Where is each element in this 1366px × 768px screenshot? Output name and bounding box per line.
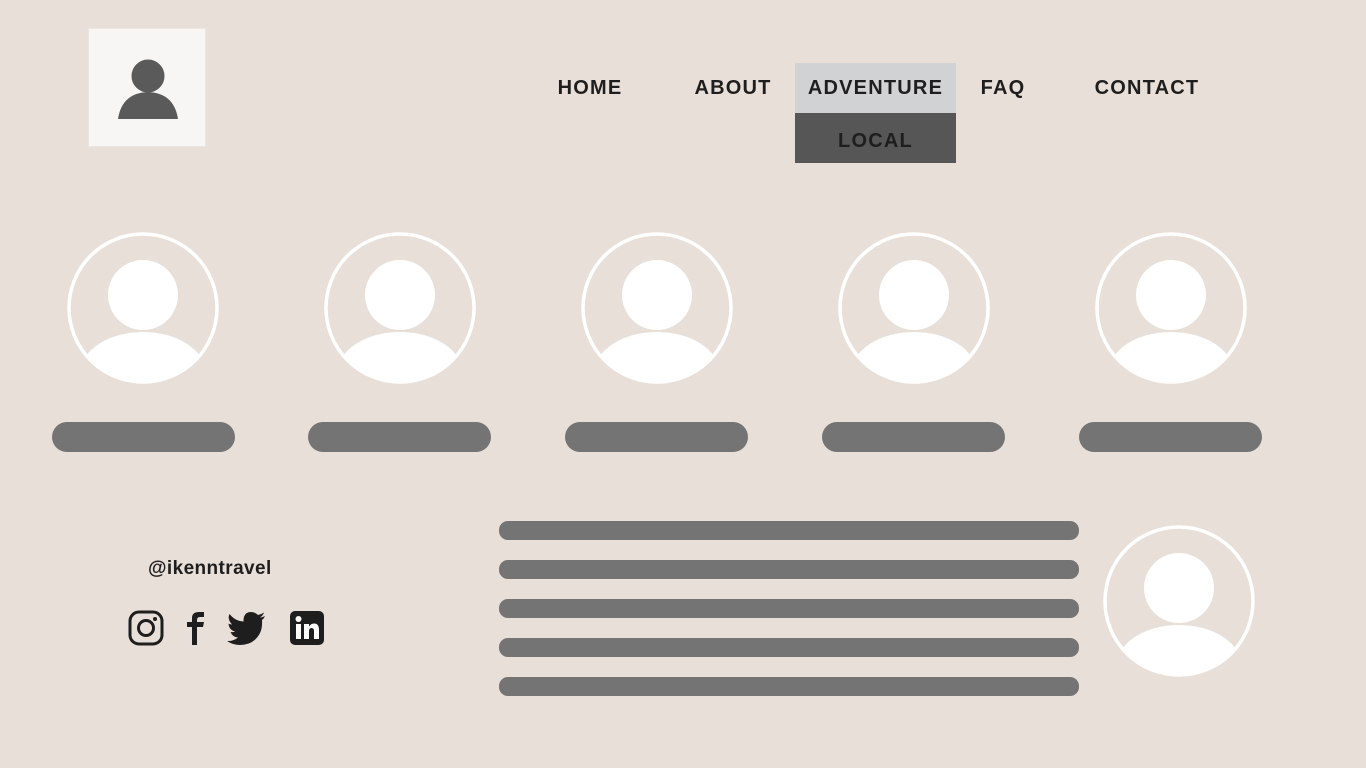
- team-member-avatar[interactable]: [581, 232, 733, 384]
- text-line-placeholder: [499, 521, 1079, 540]
- text-line-placeholder: [499, 677, 1079, 696]
- twitter-icon[interactable]: [227, 610, 267, 646]
- social-handle[interactable]: @ikenntravel: [148, 558, 272, 580]
- facebook-icon[interactable]: [185, 610, 207, 646]
- user-avatar-icon: [1095, 232, 1247, 384]
- team-member-avatar[interactable]: [1095, 232, 1247, 384]
- team-member-name-placeholder: [822, 422, 1005, 452]
- text-line-placeholder: [499, 638, 1079, 657]
- logo[interactable]: [88, 28, 206, 147]
- nav-home[interactable]: HOME: [548, 63, 632, 113]
- team-member-avatar[interactable]: [67, 232, 219, 384]
- user-avatar-icon: [67, 232, 219, 384]
- team-member-name-placeholder: [52, 422, 235, 452]
- user-icon: [118, 56, 178, 119]
- team-member-name-placeholder: [565, 422, 748, 452]
- instagram-icon[interactable]: [128, 610, 164, 646]
- user-avatar-icon: [838, 232, 990, 384]
- linkedin-icon[interactable]: [289, 610, 325, 646]
- team-member-name-placeholder: [1079, 422, 1262, 452]
- dropdown-local[interactable]: LOCAL: [795, 113, 956, 163]
- text-line-placeholder: [499, 560, 1079, 579]
- user-avatar-icon: [1103, 525, 1255, 677]
- profile-avatar[interactable]: [1103, 525, 1255, 677]
- team-member-avatar[interactable]: [838, 232, 990, 384]
- nav-adventure[interactable]: ADVENTURE: [795, 63, 956, 113]
- team-member-name-placeholder: [308, 422, 491, 452]
- nav-faq[interactable]: FAQ: [974, 63, 1032, 113]
- team-member-avatar[interactable]: [324, 232, 476, 384]
- user-avatar-icon: [324, 232, 476, 384]
- nav-contact[interactable]: CONTACT: [1085, 63, 1209, 113]
- nav-about[interactable]: ABOUT: [688, 63, 778, 113]
- user-avatar-icon: [581, 232, 733, 384]
- text-line-placeholder: [499, 599, 1079, 618]
